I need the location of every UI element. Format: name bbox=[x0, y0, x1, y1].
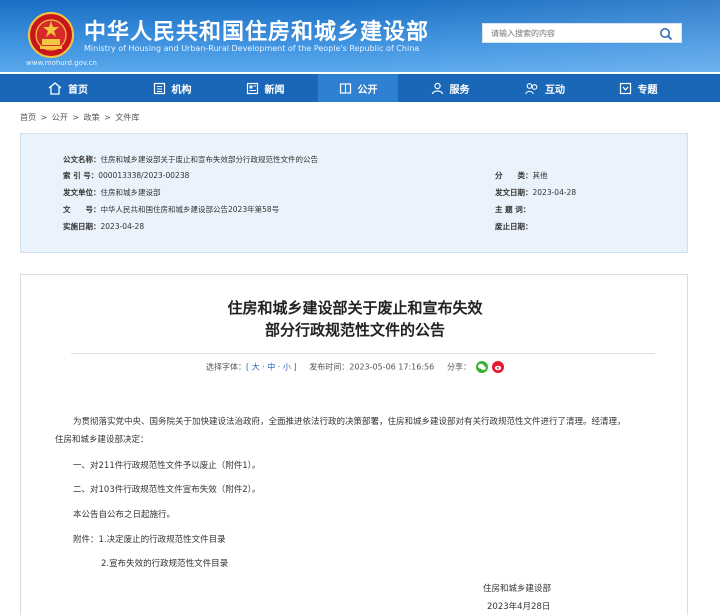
breadcrumb-separator: > bbox=[104, 113, 111, 122]
nav-label-home: 首页 bbox=[68, 84, 88, 96]
breadcrumb-separator: > bbox=[40, 113, 48, 122]
item2: 二、对103件行政规范性文件宣布失效（附件2）。 bbox=[73, 485, 261, 495]
attachment-2[interactable]: 2.宣布失效的行政规范性文件目录 bbox=[101, 557, 228, 569]
publish-time-label: 发布时间： bbox=[309, 362, 350, 372]
interact-icon bbox=[525, 82, 538, 94]
nav-label-services: 服务 bbox=[449, 84, 470, 96]
document-meta-panel: 公文名称：住房和城乡建设部关于废止和宣布失效部分行政规范性文件的公告 索 引 号… bbox=[20, 133, 688, 253]
breadcrumb: 首页 > 公开 > 政策 > 文件库 bbox=[20, 112, 141, 123]
nav-item-news[interactable]: 新闻 bbox=[225, 74, 305, 102]
article-title-line2: 部分行政规范性文件的公告 bbox=[264, 321, 445, 339]
user-service-icon bbox=[431, 82, 443, 94]
meta-category: 分 类：其他 bbox=[495, 171, 548, 180]
building-icon bbox=[153, 82, 165, 94]
share-label: 分享： bbox=[446, 362, 471, 372]
nav-label-topics: 专题 bbox=[637, 84, 658, 96]
nav-item-open[interactable]: 公开 bbox=[318, 74, 398, 102]
meta-doc-name: 公文名称：住房和城乡建设部关于废止和宣布失效部分行政规范性文件的公告 bbox=[63, 155, 318, 164]
site-title[interactable]: 中华人民共和国住房和城乡建设部 bbox=[84, 14, 429, 46]
meta-effective-date: 实施日期：2023-04-28 bbox=[63, 222, 145, 231]
sign-date: 2023年4月28日 bbox=[487, 602, 551, 612]
nav-label-interaction: 互动 bbox=[545, 84, 565, 96]
wechat-share-icon[interactable] bbox=[475, 361, 488, 373]
meta-doc-number: 文 号：中华人民共和国住房和城乡建设部公告2023年第58号 bbox=[63, 205, 280, 214]
nav-item-institutions[interactable]: 机构 bbox=[132, 74, 212, 102]
site-header: 中华人民共和国住房和城乡建设部 Ministry of Housing and … bbox=[0, 0, 720, 72]
meta-index: 索 引 号：000013338/2023-00238 bbox=[63, 171, 190, 180]
meta-issuer: 发文单位：住房和城乡建设部 bbox=[63, 188, 161, 197]
font-size-selector[interactable]: [ 大 · 中 · 小 ] bbox=[246, 363, 297, 372]
effective-note: 本公告自公布之日起施行。 bbox=[73, 510, 176, 520]
article-info-line: 选择字体：[ 大 · 中 · 小 ] 发布时间：2023-05-06 17:16… bbox=[21, 361, 689, 373]
search-box bbox=[482, 23, 682, 43]
main-nav: 首页 机构 新闻 公开 服务 互动 专题 bbox=[0, 74, 720, 102]
article-title-line1: 住房和城乡建设部关于废止和宣布失效 bbox=[227, 299, 483, 317]
weibo-share-icon[interactable] bbox=[492, 361, 505, 373]
site-subtitle: Ministry of Housing and Urban-Rural Deve… bbox=[84, 44, 420, 53]
publish-time: 2023-05-06 17:16:56 bbox=[349, 362, 435, 372]
site-url: www.mohurd.gov.cn bbox=[26, 59, 97, 67]
nav-item-topics[interactable]: 专题 bbox=[598, 74, 678, 102]
nav-label-open: 公开 bbox=[357, 84, 378, 96]
news-icon bbox=[246, 82, 258, 94]
topic-icon bbox=[619, 82, 631, 94]
meta-issue-date: 发文日期：2023-04-28 bbox=[495, 188, 577, 197]
attachment-1[interactable]: 附件：1.决定废止的行政规范性文件目录 bbox=[73, 533, 226, 545]
home-icon bbox=[48, 81, 62, 95]
item1: 一、对211件行政规范性文件予以废止（附件1）。 bbox=[73, 461, 261, 471]
breadcrumb-separator: > bbox=[72, 113, 80, 122]
search-input[interactable] bbox=[483, 24, 653, 42]
para1-line2: 住房和城乡建设部决定： bbox=[55, 435, 149, 445]
para1-line1: 为贯彻落实党中央、国务院关于加快建设法治政府，全面推进依法行政的决策部署，住房和… bbox=[73, 417, 626, 427]
breadcrumb-library[interactable]: 文件库 bbox=[115, 113, 139, 122]
search-icon[interactable] bbox=[659, 27, 673, 41]
nav-label-news: 新闻 bbox=[264, 84, 285, 96]
nav-label-institutions: 机构 bbox=[171, 84, 192, 96]
open-icon bbox=[339, 82, 351, 94]
meta-abolish-date: 废止日期： bbox=[495, 222, 533, 231]
breadcrumb-home[interactable]: 首页 bbox=[20, 113, 36, 122]
breadcrumb-open[interactable]: 公开 bbox=[52, 113, 68, 122]
signature: 住房和城乡建设部 bbox=[483, 584, 552, 594]
nav-item-services[interactable]: 服务 bbox=[410, 74, 490, 102]
nav-item-interaction[interactable]: 互动 bbox=[505, 74, 585, 102]
breadcrumb-policy[interactable]: 政策 bbox=[84, 113, 100, 122]
national-emblem-icon[interactable] bbox=[28, 12, 74, 58]
article-card: 住房和城乡建设部关于废止和宣布失效 部分行政规范性文件的公告 选择字体：[ 大 … bbox=[20, 274, 688, 615]
font-size-label: 选择字体： bbox=[205, 362, 246, 372]
meta-topic: 主 题 词： bbox=[495, 205, 531, 214]
title-divider bbox=[71, 353, 655, 354]
nav-item-home[interactable]: 首页 bbox=[28, 74, 108, 102]
